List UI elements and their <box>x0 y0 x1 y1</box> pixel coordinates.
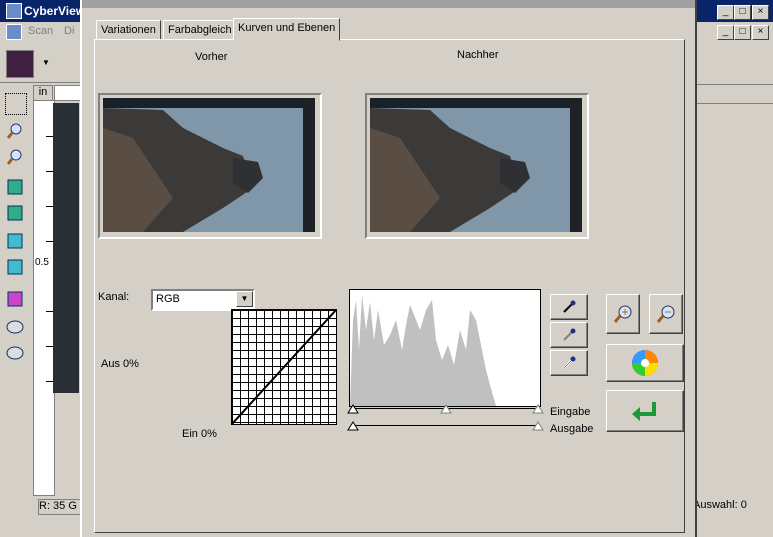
eyedropper-white-icon <box>563 356 576 369</box>
output-level-label: Aus 0% <box>101 358 139 370</box>
doc-restore-button[interactable]: □ <box>734 25 751 40</box>
after-photo <box>370 98 582 232</box>
doc-close-button[interactable]: × <box>752 25 769 40</box>
reset-arrow-icon <box>632 402 656 421</box>
menu-di[interactable]: Di <box>64 25 74 37</box>
eyedropper-gray-icon <box>563 328 576 341</box>
reset-button[interactable] <box>606 390 684 432</box>
dropdown-arrow-icon[interactable]: ▼ <box>42 58 50 67</box>
ruler-top <box>54 85 82 101</box>
dialog-titlebar <box>82 0 695 8</box>
status-rgb: R: 35 G <box>38 499 82 515</box>
after-label: Nachher <box>457 49 499 61</box>
before-image <box>98 93 322 239</box>
film-icon[interactable] <box>6 50 34 78</box>
minimize-button[interactable]: _ <box>717 5 734 20</box>
output-slider-label: Ausgabe <box>550 423 594 435</box>
histogram <box>349 289 541 407</box>
tab-panel: Vorher Nachher Kanal: RGB ▼ Aus 0% <box>94 39 685 533</box>
eyedropper-white-button[interactable] <box>550 350 588 376</box>
tab-variations[interactable]: Variationen <box>96 20 161 40</box>
input-gray-handle[interactable] <box>440 404 452 414</box>
zoom-in-tool-icon[interactable] <box>5 121 25 141</box>
input-level-label: Ein 0% <box>182 428 217 440</box>
output-slider-track[interactable] <box>352 425 538 426</box>
ruler-unit: in <box>33 85 53 101</box>
app-toolbar: ▼ <box>0 42 80 83</box>
channel-value: RGB <box>156 293 180 305</box>
menu-scan[interactable]: Scan <box>28 25 53 37</box>
input-black-handle[interactable] <box>347 404 359 414</box>
zoom-in-button[interactable] <box>606 294 640 334</box>
output-black-handle[interactable] <box>347 421 359 431</box>
zoom-out-button[interactable] <box>649 294 683 334</box>
eyedropper-black-icon <box>563 300 576 313</box>
status-selection: Auswahl: 0 <box>693 499 747 511</box>
color-rotate-icon[interactable] <box>5 289 25 309</box>
rotate-left-icon[interactable] <box>5 177 25 197</box>
chevron-down-icon[interactable]: ▼ <box>236 291 253 307</box>
zoom-out-tool-icon[interactable] <box>5 147 25 167</box>
rotate-right-icon[interactable] <box>5 203 25 223</box>
input-white-handle[interactable] <box>532 404 544 414</box>
maximize-button[interactable]: □ <box>734 5 751 20</box>
color-wheel-icon <box>632 350 658 376</box>
left-toolbar <box>0 85 30 505</box>
color-wheel-button[interactable] <box>606 344 684 382</box>
flip-horizontal-icon[interactable] <box>5 231 25 251</box>
close-button[interactable]: × <box>752 5 769 20</box>
app-title: CyberView <box>24 4 86 18</box>
zoom-out-icon <box>656 305 675 323</box>
right-panel-field <box>693 84 773 104</box>
vertical-ruler: 0.5 <box>33 100 55 496</box>
curve-grid[interactable] <box>231 309 337 425</box>
ruler-mid-label: 0.5 <box>35 257 49 268</box>
roc-icon[interactable] <box>5 317 25 337</box>
before-label: Vorher <box>195 51 228 63</box>
document-icon <box>6 24 22 40</box>
zoom-in-icon <box>613 305 632 323</box>
input-slider-label: Eingabe <box>550 406 591 418</box>
tab-curves-levels[interactable]: Kurven und Ebenen <box>233 18 341 41</box>
eyedropper-gray-button[interactable] <box>550 322 588 348</box>
eyedropper-black-button[interactable] <box>550 294 588 320</box>
after-image <box>365 93 589 239</box>
app-icon <box>6 3 22 19</box>
channel-label: Kanal: <box>98 291 130 303</box>
curves-dialog: Variationen Farbabgleich Kurven und Eben… <box>80 0 697 537</box>
before-photo <box>103 98 315 232</box>
doc-minimize-button[interactable]: _ <box>717 25 734 40</box>
gem-icon[interactable] <box>5 343 25 363</box>
scan-preview <box>53 103 79 393</box>
output-white-handle[interactable] <box>532 421 544 431</box>
channel-select[interactable]: RGB ▼ <box>151 289 255 311</box>
tab-color-balance[interactable]: Farbabgleich <box>163 20 237 40</box>
flip-vertical-icon[interactable] <box>5 257 25 277</box>
select-tool-icon[interactable] <box>5 93 27 115</box>
